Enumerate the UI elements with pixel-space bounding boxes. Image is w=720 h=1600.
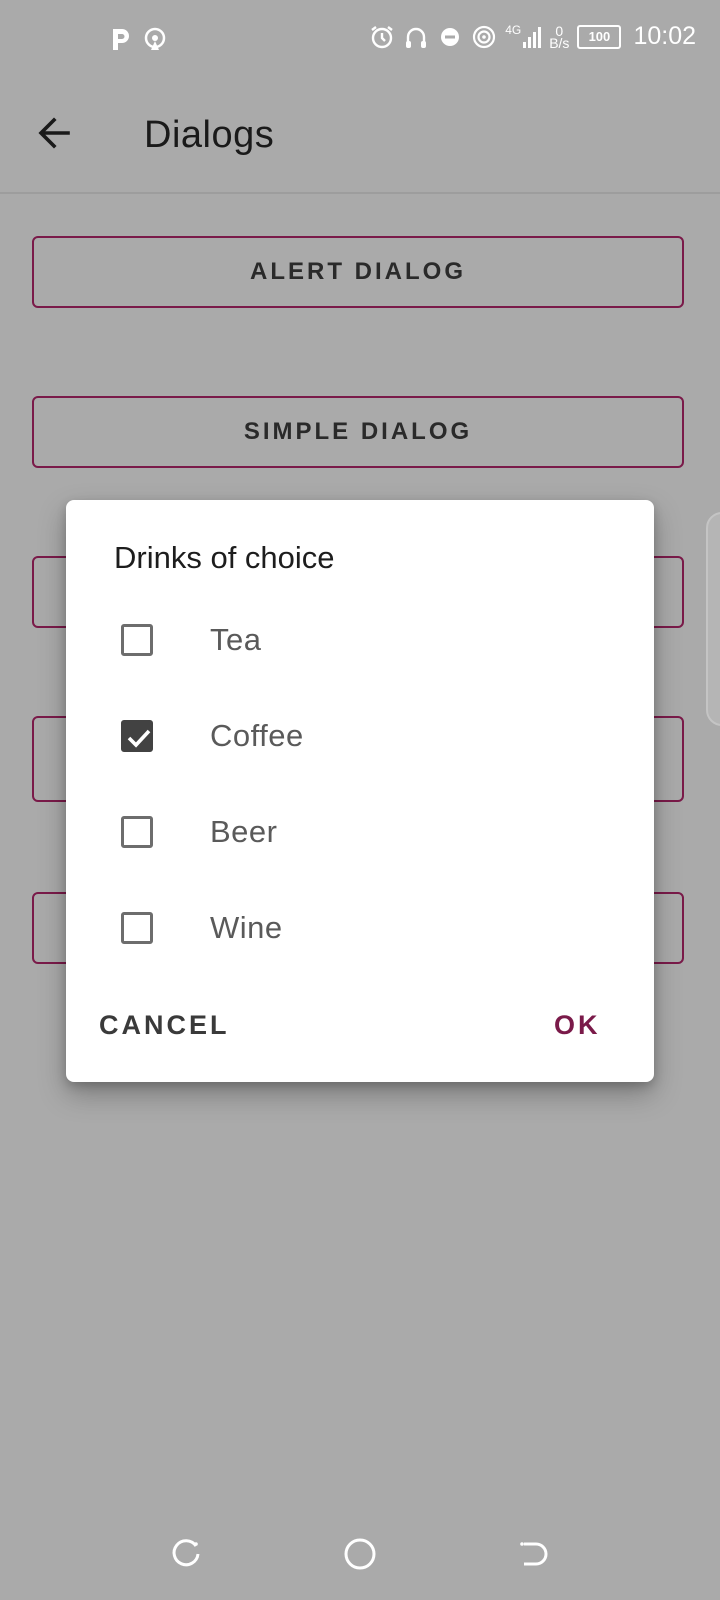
checkbox-wine[interactable] bbox=[121, 912, 153, 944]
status-time: 10:02 bbox=[633, 22, 696, 50]
option-label-tea: Tea bbox=[210, 622, 262, 657]
dnd-icon bbox=[441, 27, 460, 46]
dialog-title: Drinks of choice bbox=[114, 540, 335, 575]
battery-level: 100 bbox=[588, 29, 611, 44]
option-beer[interactable]: Beer bbox=[66, 788, 654, 884]
option-label-wine: Wine bbox=[210, 910, 283, 945]
checkbox-beer[interactable] bbox=[121, 816, 153, 848]
alert-dialog-button[interactable]: ALERT DIALOG bbox=[32, 236, 684, 308]
speed-unit: B/s bbox=[549, 34, 570, 51]
edge-panel-handle[interactable] bbox=[706, 512, 720, 726]
p-app-icon bbox=[113, 29, 129, 50]
back-nav-icon[interactable] bbox=[514, 1534, 554, 1574]
arrow-left-icon[interactable] bbox=[32, 110, 78, 156]
home-icon[interactable] bbox=[340, 1534, 380, 1574]
option-tea[interactable]: Tea bbox=[66, 596, 654, 692]
status-right-icons: 4G 0 B/s 100 10:02 bbox=[369, 22, 696, 51]
option-label-beer: Beer bbox=[210, 814, 278, 849]
checkbox-tea[interactable] bbox=[121, 624, 153, 656]
navigation-bar bbox=[0, 1520, 720, 1600]
battery-icon: 100 bbox=[577, 24, 622, 49]
check-icon bbox=[127, 729, 151, 748]
cancel-button[interactable]: CANCEL bbox=[99, 1010, 230, 1041]
headphones-icon bbox=[406, 27, 427, 48]
alarm-icon bbox=[371, 25, 393, 48]
status-left-icons bbox=[108, 26, 168, 52]
wifi-icon bbox=[473, 25, 496, 48]
signal-4g-icon bbox=[523, 26, 542, 48]
signal-4g-indicator: 4G bbox=[505, 22, 542, 50]
status-bar: 4G 0 B/s 100 10:02 bbox=[0, 0, 720, 80]
network-speed: 0 B/s bbox=[549, 24, 570, 51]
simple-dialog-button[interactable]: SIMPLE DIALOG bbox=[32, 396, 684, 468]
checkbox-coffee[interactable] bbox=[121, 720, 153, 752]
option-wine[interactable]: Wine bbox=[66, 884, 654, 980]
option-coffee[interactable]: Coffee bbox=[66, 692, 654, 788]
multi-choice-dialog: Drinks of choice Tea Coffee Beer Wine CA… bbox=[66, 500, 654, 1082]
page-title: Dialogs bbox=[144, 114, 275, 156]
hotspot-icon bbox=[144, 27, 166, 50]
app-bar: Dialogs bbox=[0, 80, 720, 194]
network-type: 4G bbox=[505, 22, 522, 37]
ok-button[interactable]: OK bbox=[554, 1010, 601, 1041]
option-label-coffee: Coffee bbox=[210, 718, 304, 753]
recents-icon[interactable] bbox=[166, 1534, 206, 1574]
